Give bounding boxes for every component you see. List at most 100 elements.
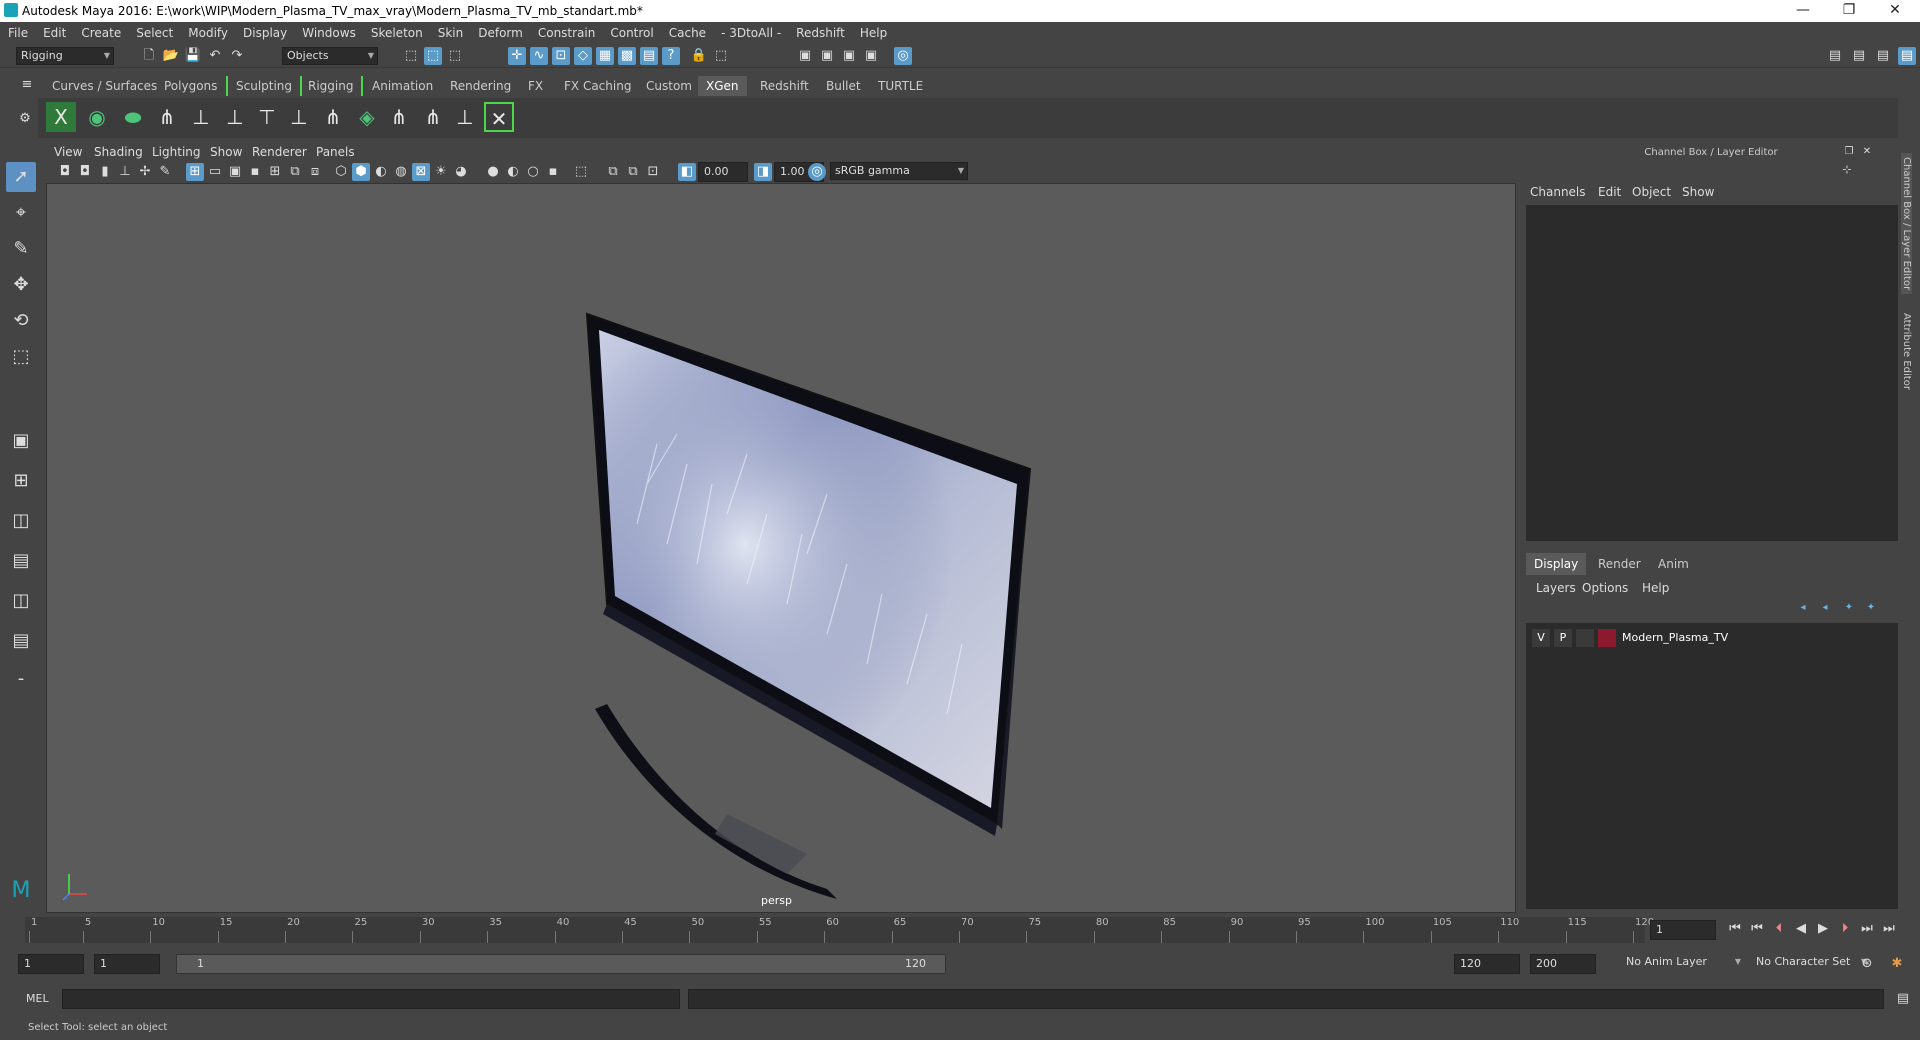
script-editor-icon[interactable]: ▤ — [1894, 990, 1912, 1008]
layer-display-type-toggle[interactable] — [1576, 629, 1594, 647]
tab-xgen[interactable]: XGen — [698, 76, 747, 96]
tab-fx-caching[interactable]: FX Caching — [556, 76, 639, 96]
xgen-editor-icon[interactable]: X — [46, 102, 76, 132]
exposure-field[interactable]: 0.00 — [698, 162, 748, 182]
snap-vertex-icon[interactable]: ▩ — [618, 47, 636, 65]
shadows-icon[interactable]: ☀ — [432, 163, 450, 181]
new-layer-icon[interactable]: ✦ — [1840, 599, 1858, 617]
field-chart-icon[interactable]: ⊞ — [266, 163, 284, 181]
help-menu[interactable]: Help — [1642, 581, 1669, 595]
show-menu[interactable]: Show — [1682, 185, 1714, 199]
channels-menu[interactable]: Channels — [1530, 185, 1586, 199]
tab-rigging[interactable]: Rigging — [300, 76, 364, 96]
snap-mesh-icon[interactable]: ▤ — [640, 47, 658, 65]
new-layer-selected-icon[interactable]: ✦ — [1862, 599, 1880, 617]
safe-action-icon[interactable]: ⧉ — [286, 163, 304, 181]
step-forward-frame-icon[interactable]: ⏵ — [1836, 920, 1854, 938]
xgen-create-description-icon[interactable]: ⬬ — [118, 102, 148, 132]
backface-culling-icon[interactable]: ⊡ — [644, 163, 662, 181]
time-slider-track[interactable]: 1 5 10 15 20 25 30 35 40 45 50 55 60 65 70 75 80 85 90 95 10… — [25, 917, 1654, 943]
select-component-icon[interactable]: ⬚ — [446, 47, 464, 65]
channel-box-area[interactable] — [1526, 205, 1898, 541]
color-management-icon[interactable]: ◎ — [808, 163, 826, 181]
animation-end-field[interactable]: 200 — [1530, 954, 1596, 974]
tab-render[interactable]: Render — [1590, 553, 1649, 575]
menu-display[interactable]: Display — [243, 26, 287, 40]
grid-toggle-icon[interactable]: ⊞ — [186, 163, 204, 181]
viewport-menu-shading[interactable]: Shading — [94, 145, 143, 159]
shelf-settings-icon[interactable]: ⚙ — [16, 110, 34, 128]
layer-color-swatch[interactable] — [1598, 629, 1616, 647]
xgen-length-icon[interactable]: ⊤ — [252, 102, 282, 132]
tab-animation[interactable]: Animation — [364, 76, 441, 96]
xgen-noise-icon[interactable]: ⋔ — [384, 102, 414, 132]
auto-key-icon[interactable]: ⊛ — [1858, 955, 1876, 973]
layer-playback-toggle[interactable]: P — [1554, 629, 1572, 647]
resolution-gate-icon[interactable]: ▣ — [226, 163, 244, 181]
redo-icon[interactable]: ↷ — [228, 47, 246, 65]
menu-create[interactable]: Create — [81, 26, 121, 40]
xray-active-icon[interactable]: ⧉ — [624, 163, 642, 181]
move-layer-up-icon[interactable]: ◂ — [1794, 599, 1812, 617]
menu-skeleton[interactable]: Skeleton — [371, 26, 423, 40]
paint-select-icon[interactable]: ✎ — [6, 234, 36, 264]
maximize-button[interactable]: ❐ — [1826, 0, 1872, 22]
bookmark-icon[interactable]: ▮ — [96, 163, 114, 181]
channel-box-toggle-icon[interactable]: ▤ — [1898, 47, 1916, 65]
isolate-select-icon[interactable]: ⬚ — [572, 163, 590, 181]
minimize-button[interactable]: — — [1780, 0, 1826, 22]
render-frame-icon[interactable]: ▣ — [818, 47, 836, 65]
xgen-place-icon[interactable]: ⊥ — [220, 102, 250, 132]
modeling-toolkit-icon[interactable]: ▤ — [1826, 47, 1844, 65]
go-to-end-icon[interactable]: ⏭ — [1880, 920, 1898, 938]
tab-display[interactable]: Display — [1526, 553, 1587, 575]
mel-label[interactable]: MEL — [26, 992, 49, 1005]
current-frame-field[interactable]: 1 — [1650, 920, 1716, 940]
side-tab-channel-box[interactable]: Channel Box / Layer Editor — [1901, 153, 1912, 295]
tab-custom[interactable]: Custom — [638, 76, 700, 96]
step-back-frame-icon[interactable]: ⏴ — [1770, 920, 1788, 938]
select-object-icon[interactable]: ⬚ — [424, 47, 442, 65]
persp-outliner-layout-icon[interactable]: ◫ — [6, 586, 36, 616]
rotate-tool-icon[interactable]: ⟲ — [6, 306, 36, 336]
playback-start-field[interactable]: 1 — [94, 954, 160, 974]
menu-3dtoall[interactable]: - 3DtoAll - — [721, 26, 781, 40]
tab-fx[interactable]: FX — [520, 76, 551, 96]
persp-hypershade-layout-icon[interactable]: ▤ — [6, 626, 36, 656]
color-space-dropdown[interactable]: sRGB gamma — [830, 162, 968, 180]
float-panel-icon[interactable]: ❐ — [1840, 143, 1858, 161]
xgen-width-icon[interactable]: ⋔ — [318, 102, 348, 132]
close-panel-icon[interactable]: ✕ — [1858, 143, 1876, 161]
xray-joints-icon[interactable]: ⧉ — [604, 163, 622, 181]
exposure-icon[interactable]: ◧ — [678, 163, 696, 181]
object-menu[interactable]: Object — [1632, 185, 1671, 199]
tab-bullet[interactable]: Bullet — [818, 76, 869, 96]
snap-live-icon[interactable]: ? — [662, 47, 680, 65]
scale-tool-icon[interactable]: ⬚ — [6, 342, 36, 372]
use-all-lights-icon[interactable]: ⊠ — [412, 163, 430, 181]
four-view-layout-icon[interactable]: ⊞ — [6, 466, 36, 496]
wireframe-icon[interactable]: ⬡ — [332, 163, 350, 181]
anim-layer-dropdown[interactable]: No Anim Layer — [1622, 954, 1744, 972]
edit-menu[interactable]: Edit — [1598, 185, 1621, 199]
options-menu[interactable]: Options — [1582, 581, 1628, 595]
select-tool-icon[interactable]: ➚ — [6, 162, 36, 192]
menu-skin[interactable]: Skin — [438, 26, 464, 40]
viewport-menu-view[interactable]: View — [54, 145, 82, 159]
input-output-icon[interactable]: ⬚ — [712, 47, 730, 65]
tab-curves-surfaces[interactable]: Curves / Surfaces — [44, 76, 165, 96]
tool-settings-toggle-icon[interactable]: ▤ — [1874, 47, 1892, 65]
tab-sculpting[interactable]: Sculpting — [226, 76, 303, 96]
tab-polygons[interactable]: Polygons — [156, 76, 225, 96]
command-input[interactable] — [62, 989, 680, 1009]
tab-rendering[interactable]: Rendering — [442, 76, 519, 96]
tab-turtle[interactable]: TURTLE — [870, 76, 931, 96]
shelf-menu-icon[interactable]: ≡ — [18, 76, 36, 94]
playback-end-field[interactable]: 120 — [1454, 954, 1520, 974]
range-slider-bar[interactable]: 1 120 — [176, 954, 946, 974]
xgen-preview-icon[interactable]: ◉ — [82, 102, 112, 132]
render-view-icon[interactable]: ▣ — [796, 47, 814, 65]
2d-pan-zoom-icon[interactable]: ✢ — [136, 163, 154, 181]
multisample-icon[interactable]: ◐ — [504, 163, 522, 181]
safe-title-icon[interactable]: ⧈ — [306, 163, 324, 181]
